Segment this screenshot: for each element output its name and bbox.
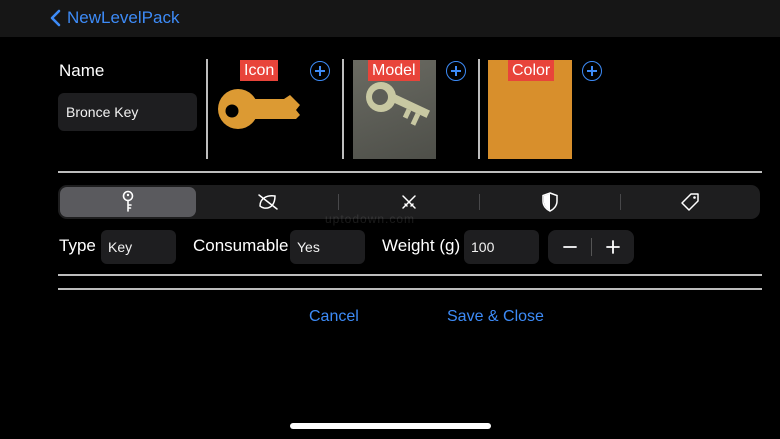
shield-icon xyxy=(542,192,558,212)
tab-leaf[interactable] xyxy=(198,187,338,217)
type-label: Type xyxy=(59,236,96,255)
minus-icon xyxy=(562,246,577,248)
home-indicator[interactable] xyxy=(290,423,491,429)
tab-tags[interactable] xyxy=(621,187,758,217)
tab-armor[interactable] xyxy=(480,187,620,217)
name-input[interactable]: Bronce Key xyxy=(58,93,197,131)
icon-label: Icon xyxy=(240,60,279,81)
icon-preview-key-icon[interactable] xyxy=(218,82,302,136)
top-navigation-bar: NewLevelPack xyxy=(0,0,780,37)
cancel-button[interactable]: Cancel xyxy=(309,308,359,326)
add-color-button[interactable] xyxy=(582,61,602,81)
horizontal-divider xyxy=(58,288,762,290)
color-label: Color xyxy=(508,60,555,81)
increment-button[interactable] xyxy=(591,230,634,264)
add-model-button[interactable] xyxy=(446,61,466,81)
vertical-divider xyxy=(206,59,208,159)
vertical-divider xyxy=(478,59,480,159)
weight-stepper xyxy=(548,230,634,264)
back-button[interactable]: NewLevelPack xyxy=(50,5,179,31)
horizontal-divider xyxy=(58,274,762,276)
weight-input[interactable]: 100 xyxy=(464,230,539,264)
consumable-label: Consumable xyxy=(193,236,289,255)
weight-label: Weight (g) xyxy=(382,236,461,255)
horizontal-divider xyxy=(58,171,762,173)
vertical-divider xyxy=(342,59,344,159)
consumable-input[interactable]: Yes xyxy=(290,230,365,264)
add-icon-button[interactable] xyxy=(310,61,330,81)
name-label: Name xyxy=(59,61,105,80)
watermark: uptodown.com xyxy=(325,212,416,226)
type-input[interactable]: Key xyxy=(101,230,176,264)
crossed-swords-icon xyxy=(402,195,416,209)
tag-icon xyxy=(680,193,699,211)
tab-key[interactable] xyxy=(60,187,196,217)
save-close-button[interactable]: Save & Close xyxy=(447,308,544,326)
model-label: Model xyxy=(368,60,420,81)
plus-icon xyxy=(605,240,620,254)
back-button-label: NewLevelPack xyxy=(67,8,180,27)
leaf-slash-icon xyxy=(258,194,278,210)
decrement-button[interactable] xyxy=(548,230,591,264)
chevron-left-icon xyxy=(50,9,61,27)
key-icon xyxy=(122,190,134,212)
